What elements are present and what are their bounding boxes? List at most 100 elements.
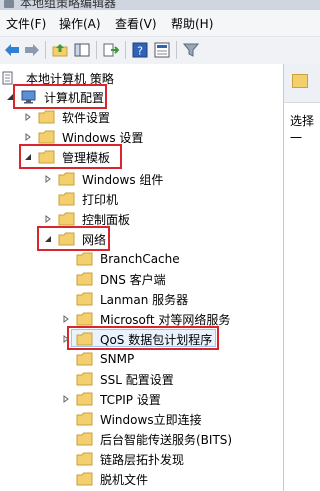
expanded-arrow-icon[interactable] [4,91,16,103]
tree-node-branchcache[interactable]: BranchCache [76,249,180,269]
filter-icon[interactable] [182,41,200,59]
tree-node-label: Windows 组件 [82,172,164,187]
tree-node-label: TCPIP 设置 [100,392,161,407]
tree-node-link-layer-topology[interactable]: 链路层拓扑发现 [76,449,184,469]
computer-icon [20,90,38,104]
back-icon[interactable] [3,41,21,59]
folder-icon [76,432,94,446]
tree-node-microsoft-p2p[interactable]: Microsoft 对等网络服务 [60,309,230,329]
tree-node-windows-settings[interactable]: Windows 设置 [22,127,143,147]
tree-node-tcpip-settings[interactable]: TCPIP 设置 [60,389,161,409]
toolbar: ? [0,37,320,65]
tree-node-printers[interactable]: 打印机 [58,189,118,209]
folder-icon [76,372,94,386]
details-hint: 选择一 [290,114,315,145]
forward-icon[interactable] [23,41,41,59]
menu-view[interactable]: 查看(V) [115,15,157,32]
tree-node-label: 打印机 [82,192,119,207]
menu-bar: 文件(F) 操作(A) 查看(V) 帮助(H) [0,10,320,37]
tree-node-label: SSL 配置设置 [100,372,174,387]
details-pane: 选择一 [284,64,320,491]
collapsed-arrow-icon[interactable] [60,393,72,405]
menu-action[interactable]: 操作(A) [59,15,101,32]
computer-policy-icon [2,71,20,85]
tree-node-admin-templates[interactable]: 管理模板 [22,147,110,167]
tree-node-root[interactable]: 本地计算机 策略 [2,68,114,88]
tree-node-computer-config[interactable]: 计算机配置 [4,87,104,107]
tree-node-label: 控制面板 [82,212,131,227]
tree-node-dns-client[interactable]: DNS 客户端 [76,269,166,289]
folder-icon [76,472,94,486]
folder-icon [58,212,76,226]
tree-node-label: 链路层拓扑发现 [100,452,185,467]
folder-icon [76,252,94,266]
tree-node-network[interactable]: 网络 [42,229,106,249]
tree-node-label: BranchCache [100,252,180,266]
expanded-arrow-icon[interactable] [22,151,34,163]
tree-node-label: 计算机配置 [44,90,105,105]
tree-node-label: 软件设置 [62,110,111,125]
menu-help[interactable]: 帮助(H) [171,15,213,32]
tree-node-label: QoS 数据包计划程序 [100,332,213,347]
tree-node-software-settings[interactable]: 软件设置 [22,107,110,127]
tree-node-label: 管理模板 [62,150,111,165]
details-header [284,64,320,103]
collapsed-arrow-icon[interactable] [42,213,54,225]
export-list-icon[interactable] [102,41,120,59]
up-folder-icon[interactable] [51,41,69,59]
tree-node-label: SNMP [100,352,135,366]
toolbar-separator [96,41,97,59]
collapsed-arrow-icon[interactable] [60,313,72,325]
folder-icon [76,412,94,426]
show-hide-tree-icon[interactable] [73,41,91,59]
folder-icon [38,150,56,164]
folder-icon [76,392,94,406]
tree-node-label: Microsoft 对等网络服务 [100,312,231,327]
tree-pane: 本地计算机 策略 计算机配置 软件设置 Windows 设置 管理模板 Wind… [0,64,284,491]
tree-node-control-panel[interactable]: 控制面板 [42,209,130,229]
folder-icon [58,172,76,186]
tree-node-ssl-config[interactable]: SSL 配置设置 [76,369,174,389]
tree-node-label: 网络 [82,232,107,247]
folder-icon [76,352,94,366]
collapsed-arrow-icon[interactable] [60,333,72,345]
tree-node-label: DNS 客户端 [100,272,166,287]
folder-icon [292,74,308,88]
svg-text:?: ? [137,45,143,58]
folder-icon [38,110,56,124]
folder-icon [76,292,94,306]
tree-node-offline-files[interactable]: 脱机文件 [76,469,148,489]
tree-node-qos-packet-scheduler[interactable]: QoS 数据包计划程序 [60,329,212,349]
help-icon[interactable]: ? [131,41,149,59]
folder-icon [76,272,94,286]
toolbar-separator [125,41,126,59]
folder-icon [76,312,94,326]
tree-node-label: Windows立即连接 [100,412,202,427]
collapsed-arrow-icon[interactable] [42,173,54,185]
folder-icon [76,452,94,466]
tree-node-bits[interactable]: 后台智能传送服务(BITS) [76,429,232,449]
expanded-arrow-icon[interactable] [42,233,54,245]
tree-node-snmp[interactable]: SNMP [76,349,134,369]
toolbar-separator [176,41,177,59]
folder-icon [58,232,76,246]
app-icon [4,0,14,8]
tree-node-lanman-server[interactable]: Lanman 服务器 [76,289,188,309]
properties-icon[interactable] [153,41,171,59]
title-bar: 本地组策略编辑器 [0,0,320,10]
tree-node-label: Windows 设置 [62,130,144,145]
folder-icon [38,130,56,144]
tree-node-label: 后台智能传送服务(BITS) [100,432,233,447]
tree-node-label: Lanman 服务器 [100,292,189,307]
tree-node-label: 脱机文件 [100,472,149,487]
tree-node-windows-connect-now[interactable]: Windows立即连接 [76,409,202,429]
toolbar-separator [45,41,46,59]
tree-node-label: 本地计算机 策略 [26,71,114,86]
collapsed-arrow-icon[interactable] [22,111,34,123]
folder-icon [58,192,76,206]
tree-node-windows-components[interactable]: Windows 组件 [42,169,163,189]
collapsed-arrow-icon[interactable] [22,131,34,143]
window-title: 本地组策略编辑器 [20,0,117,10]
folder-icon [76,332,94,346]
menu-file[interactable]: 文件(F) [6,15,46,32]
